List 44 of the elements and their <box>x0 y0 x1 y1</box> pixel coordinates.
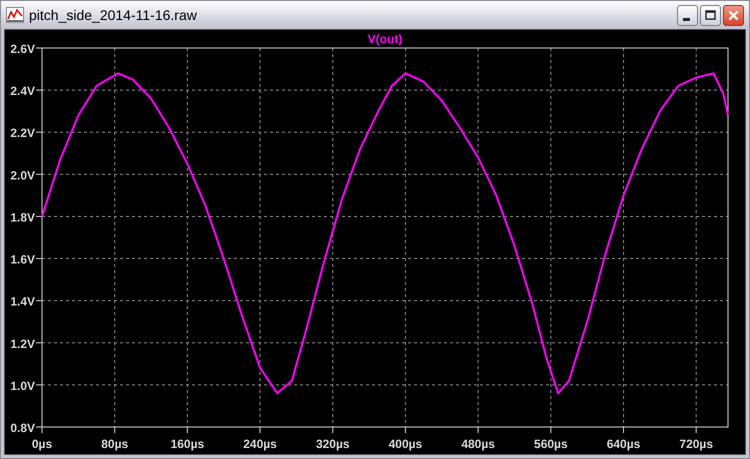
tick-mark <box>550 426 552 434</box>
tick-mark <box>36 132 42 133</box>
tick-label: 2.2V <box>10 126 35 140</box>
tick-mark <box>404 426 406 434</box>
tick-label: 720µs <box>679 437 713 451</box>
maximize-button[interactable] <box>700 4 721 26</box>
tick-label: 320µs <box>316 437 350 451</box>
minimize-icon <box>683 18 690 20</box>
tick-label: 1.8V <box>10 210 35 224</box>
tick-mark <box>623 426 624 434</box>
tick-label: 0.8V <box>10 421 35 435</box>
waveform-icon <box>6 7 24 23</box>
tick-mark <box>36 300 42 302</box>
tick-label: 160µs <box>170 437 204 451</box>
tick-mark <box>478 426 479 434</box>
tick-mark <box>696 426 697 434</box>
tick-label: 1.2V <box>10 336 35 351</box>
tick-label: 2.0V <box>10 168 35 182</box>
close-button[interactable] <box>723 4 744 26</box>
tick-label: 640µs <box>606 437 640 451</box>
tick-mark <box>36 258 42 260</box>
tick-mark <box>260 426 261 434</box>
tick-label: 480µs <box>461 437 495 451</box>
tick-label: 2.4V <box>10 84 35 98</box>
minimize-button[interactable] <box>677 4 698 26</box>
window-title: pitch_side_2014-11-16.raw <box>29 7 198 23</box>
tick-mark <box>36 216 42 217</box>
tick-label: 1.6V <box>10 252 35 267</box>
tick-mark <box>186 426 188 434</box>
tick-label: 0µs <box>32 437 52 451</box>
tick-mark <box>36 174 42 175</box>
tick-mark <box>36 342 42 344</box>
tick-label: 560µs <box>534 437 568 451</box>
tick-label: 80µs <box>101 437 128 451</box>
tick-label: 1.4V <box>10 294 35 309</box>
tick-mark <box>332 426 334 434</box>
tick-label: 2.6V <box>10 42 35 56</box>
tick-mark <box>36 90 42 91</box>
tick-label: 240µs <box>243 437 277 451</box>
tick-mark <box>114 426 116 434</box>
tick-label: 1.0V <box>10 378 35 393</box>
tick-mark <box>36 384 42 386</box>
tick-label: 400µs <box>388 437 422 451</box>
trace-label: V(out) <box>368 32 402 46</box>
